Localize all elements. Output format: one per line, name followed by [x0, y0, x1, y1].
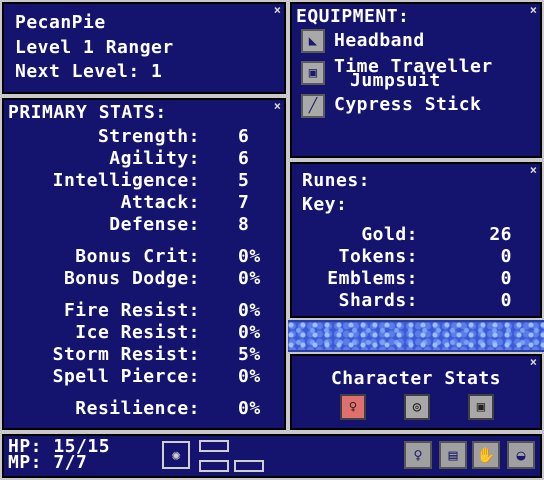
stat-label: Spell Pierce: — [52, 366, 200, 387]
character-tab-screen-icon[interactable]: ▣ — [468, 394, 494, 420]
stat-value: 0% — [238, 268, 261, 289]
currency-value: 0 — [500, 268, 512, 289]
character-tab-swirl-icon[interactable]: ◎ — [404, 394, 430, 420]
stat-label: Defense: — [109, 214, 200, 235]
stats-title: PRIMARY STATS: — [8, 102, 167, 123]
stat-value: 6 — [238, 148, 250, 169]
stat-value: 0% — [238, 300, 261, 321]
close-icon[interactable]: × — [274, 100, 281, 112]
stat-label: Ice Resist: — [75, 322, 200, 343]
currency-value: 0 — [500, 246, 512, 267]
character-level: Level 1 Ranger — [15, 37, 174, 58]
stat-value: 5 — [238, 170, 250, 191]
character-stats-title: Character Stats — [330, 368, 502, 389]
currency-label: Gold: — [361, 224, 418, 245]
stat-label: Storm Resist: — [52, 344, 200, 365]
character-tab-figure-icon[interactable]: ♀ — [340, 394, 366, 420]
small-button-right[interactable] — [234, 460, 264, 472]
close-icon[interactable]: × — [530, 4, 537, 16]
currency-label: Shards: — [338, 290, 418, 311]
character-info-panel: × PecanPie Level 1 Ranger Next Level: 1 — [0, 0, 288, 96]
equipment-panel: × EQUIPMENT: ◣ Headband ▣ Time Traveller… — [288, 0, 544, 160]
stat-label: Attack: — [120, 192, 200, 213]
equipment-item-3[interactable]: Cypress Stick — [334, 94, 481, 116]
small-button-left[interactable] — [199, 460, 229, 472]
spellbook-icon[interactable]: ▤ — [439, 441, 467, 469]
bag-icon[interactable]: ◒ — [507, 441, 535, 469]
small-button-top[interactable] — [199, 440, 229, 452]
character-stats-panel: × Character Stats ♀ ◎ ▣ — [288, 352, 544, 432]
skill-gear-icon[interactable]: ✺ — [162, 441, 190, 469]
close-icon[interactable]: × — [530, 164, 537, 176]
jumpsuit-icon[interactable]: ▣ — [301, 61, 325, 85]
staff-icon[interactable]: ╱ — [301, 94, 325, 118]
equipment-item-2-line2: Jumpsuit — [350, 70, 441, 91]
character-name: PecanPie — [15, 12, 106, 33]
stat-value: 0% — [238, 322, 261, 343]
bottom-hud: HP: 15/15 MP: 7/7 ✺ ♀ ▤ ✋ ◒ — [0, 432, 544, 480]
water-tile-strip — [288, 320, 544, 352]
stat-value: 8 — [238, 214, 250, 235]
stat-value: 6 — [238, 126, 250, 147]
stat-value: 0% — [238, 366, 261, 387]
currency-panel: × Runes: Key: Gold: 26 Tokens: 0 Emblems: 0 Sh… — [288, 160, 544, 320]
headband-icon[interactable]: ◣ — [301, 29, 325, 53]
hand-icon[interactable]: ✋ — [472, 441, 500, 469]
character-menu-icon[interactable]: ♀ — [404, 441, 432, 469]
equipment-title: EQUIPMENT: — [296, 6, 410, 27]
currency-label: Tokens: — [338, 246, 418, 267]
stat-label: Intelligence: — [52, 170, 200, 191]
equipment-item-1[interactable]: Headband — [334, 30, 425, 52]
stat-value: 5% — [238, 344, 261, 365]
stat-label: Fire Resist: — [63, 300, 200, 321]
stat-label: Resilience: — [75, 398, 200, 419]
next-level: Next Level: 1 — [15, 61, 163, 82]
close-icon[interactable]: × — [530, 356, 537, 368]
stat-label: Bonus Dodge: — [63, 268, 200, 289]
close-icon[interactable]: × — [274, 4, 281, 16]
stat-label: Bonus Crit: — [75, 246, 200, 267]
stat-label: Agility: — [109, 148, 200, 169]
currency-label: Emblems: — [327, 268, 418, 289]
key-label: Key: — [302, 194, 348, 215]
primary-stats-panel: × PRIMARY STATS: Strength: 6 Agility: 6 Inte… — [0, 96, 288, 432]
currency-value: 0 — [500, 290, 512, 311]
currency-value: 26 — [489, 224, 512, 245]
stat-label: Strength: — [97, 126, 200, 147]
stat-value: 7 — [238, 192, 250, 213]
stat-value: 0% — [238, 398, 261, 419]
mp-readout: MP: 7/7 — [8, 452, 88, 473]
runes-label: Runes: — [302, 170, 371, 191]
stat-value: 0% — [238, 246, 261, 267]
